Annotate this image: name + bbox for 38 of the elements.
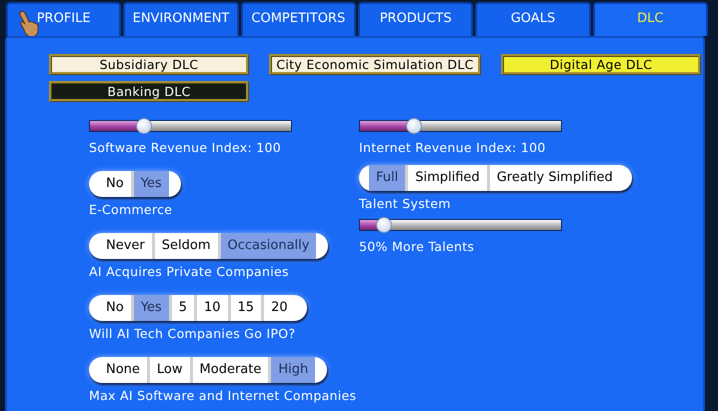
slider-thumb[interactable] xyxy=(136,118,152,134)
option-segment[interactable]: 10 xyxy=(196,295,231,321)
setting-label: Internet Revenue Index: 100 xyxy=(359,140,546,155)
slider-thumb[interactable] xyxy=(406,118,422,134)
setting-label: Will AI Tech Companies Go IPO? xyxy=(89,326,296,341)
slider-track[interactable] xyxy=(359,219,562,231)
hand-cursor-icon xyxy=(18,10,40,38)
dlc-toggle-button[interactable]: Banking DLC xyxy=(49,81,249,102)
option-segment[interactable]: Never xyxy=(99,233,155,259)
option-segment[interactable]: 5 xyxy=(172,295,197,321)
tab[interactable]: GOALS xyxy=(475,2,591,36)
option-segment[interactable]: Greatly Simplified xyxy=(490,165,620,191)
tab[interactable]: COMPETITORS xyxy=(240,2,356,36)
option-segment[interactable]: Yes xyxy=(134,171,169,197)
setting-label: Max AI Software and Internet Companies xyxy=(89,388,356,403)
dlc-toggle-button[interactable]: Digital Age DLC xyxy=(501,54,701,75)
option-segment[interactable]: Low xyxy=(150,357,193,383)
tab[interactable]: DLC xyxy=(592,2,708,36)
dlc-toggle-button[interactable]: Subsidiary DLC xyxy=(49,54,249,75)
option-segment[interactable]: Occasionally xyxy=(220,233,316,259)
dlc-toggle-button[interactable]: City Economic Simulation DLC xyxy=(269,54,481,75)
option-segment[interactable]: None xyxy=(99,357,150,383)
setting-label: Software Revenue Index: 100 xyxy=(89,140,282,155)
tab[interactable]: PRODUCTS xyxy=(358,2,474,36)
option-segment[interactable]: Simplified xyxy=(408,165,490,191)
setting-label: E-Commerce xyxy=(89,202,172,217)
tab[interactable]: ENVIRONMENT xyxy=(123,2,239,36)
setting-label: AI Acquires Private Companies xyxy=(89,264,289,279)
option-segment[interactable]: 15 xyxy=(230,295,264,321)
slider-thumb[interactable] xyxy=(376,217,392,233)
option-segment[interactable]: 20 xyxy=(264,295,295,321)
setting-label: 50% More Talents xyxy=(359,239,474,254)
slider-track[interactable] xyxy=(359,120,562,132)
option-segment[interactable]: High xyxy=(271,357,316,383)
setting-label: Talent System xyxy=(359,196,451,211)
option-segment[interactable]: Full xyxy=(369,165,408,191)
option-segment[interactable]: Yes xyxy=(134,295,172,321)
slider-track[interactable] xyxy=(89,120,292,132)
